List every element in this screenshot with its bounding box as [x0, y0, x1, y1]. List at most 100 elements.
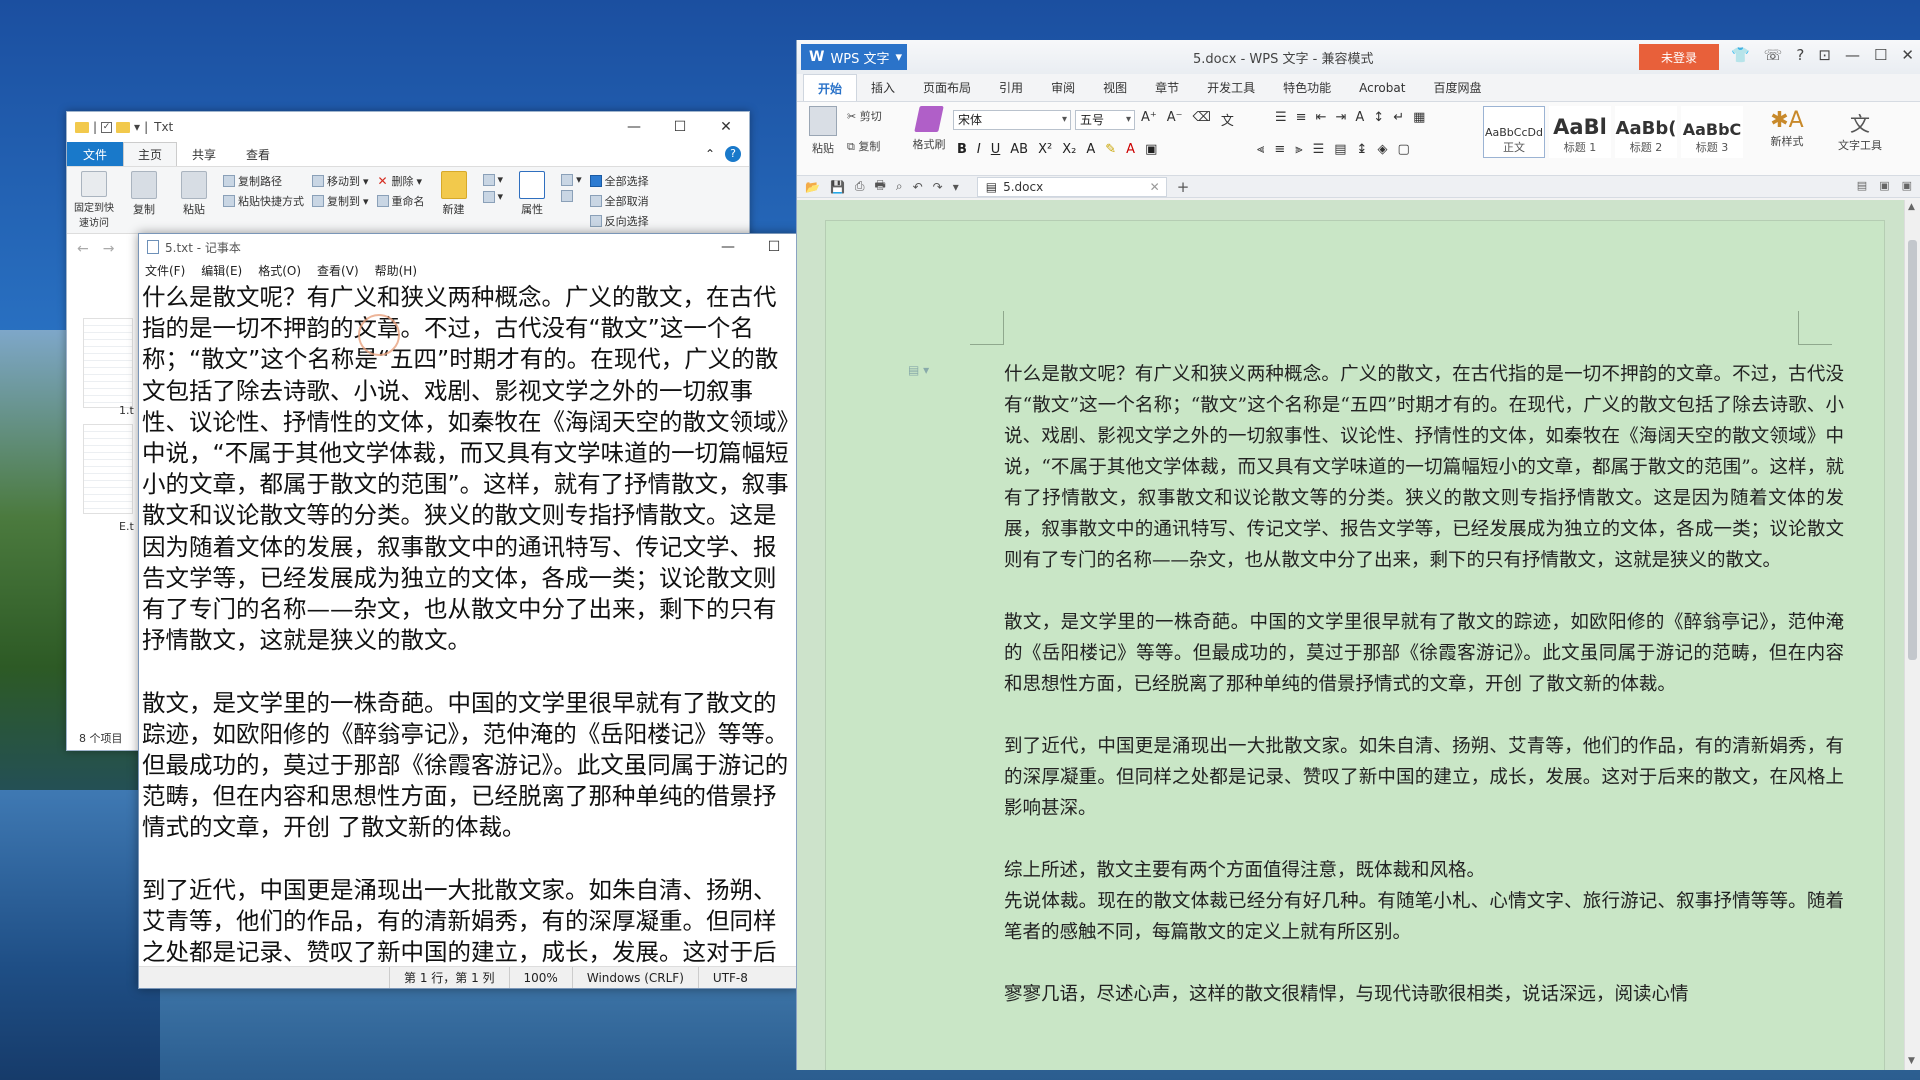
cut-button[interactable]: ✂ 剪切: [847, 108, 882, 124]
select-none-button[interactable]: 全部取消: [589, 193, 649, 209]
maximize-button[interactable]: ☐: [751, 239, 797, 255]
close-button[interactable]: ✕: [1901, 46, 1914, 64]
subscript-icon[interactable]: X₂: [1062, 142, 1076, 157]
grow-font-icon[interactable]: A⁺: [1141, 110, 1157, 129]
style-heading-3[interactable]: AaBbC 标题 3: [1681, 106, 1743, 158]
paragraph[interactable]: 散文，是文学里的一株奇葩。中国的文学里很早就有了散文的踪迹，如欧阳修的《醉翁亭记…: [1004, 607, 1844, 700]
show-marks-icon[interactable]: ↵: [1393, 110, 1404, 125]
menu-edit[interactable]: 编辑(E): [201, 262, 242, 279]
tab-view[interactable]: 查看: [231, 142, 285, 166]
justify-icon[interactable]: ☰: [1313, 142, 1325, 157]
copy-to-button[interactable]: 复制到 ▾: [312, 193, 369, 209]
open-folder-icon[interactable]: 📂: [805, 180, 820, 194]
file-thumbnail[interactable]: [83, 424, 133, 514]
back-arrow-icon[interactable]: ←: [77, 241, 89, 257]
file-label[interactable]: 1.t: [119, 404, 134, 417]
move-to-button[interactable]: 移动到 ▾: [312, 173, 369, 189]
close-doc-icon[interactable]: ▣: [1902, 179, 1912, 192]
skin-icon[interactable]: 👕: [1731, 46, 1750, 64]
paste-shortcut-button[interactable]: 粘贴快捷方式: [223, 193, 304, 209]
font-color-icon[interactable]: A: [1126, 142, 1135, 157]
tab-view[interactable]: 视图: [1089, 74, 1141, 101]
align-left-icon[interactable]: ⫷: [1257, 142, 1264, 157]
easy-access-button[interactable]: ▾: [482, 190, 503, 203]
highlight-icon[interactable]: ✎: [1105, 142, 1116, 157]
rename-button[interactable]: 重命名: [376, 193, 425, 209]
shrink-font-icon[interactable]: A⁻: [1167, 110, 1183, 129]
new-item-button[interactable]: ▾: [482, 173, 503, 186]
document-body[interactable]: 什么是散文呢？有广义和狭义两种概念。广义的散文，在古代指的是一切不押韵的文章。不…: [1004, 359, 1844, 1041]
tab-file[interactable]: 文件: [67, 142, 123, 166]
tab-page-layout[interactable]: 页面布局: [909, 74, 985, 101]
properties-check-icon[interactable]: ✓: [101, 121, 113, 133]
numbering-icon[interactable]: ≡: [1296, 110, 1307, 125]
menu-view[interactable]: 查看(V): [317, 262, 359, 279]
line-spacing-icon[interactable]: ↨: [1357, 142, 1368, 157]
tab-review[interactable]: 审阅: [1037, 74, 1089, 101]
forward-arrow-icon[interactable]: →: [103, 241, 115, 257]
tab-insert[interactable]: 插入: [857, 74, 909, 101]
close-button[interactable]: ✕: [703, 119, 749, 135]
menu-format[interactable]: 格式(O): [258, 262, 301, 279]
pin-quick-access-button[interactable]: 固定到快速访问: [73, 171, 115, 229]
login-button[interactable]: 未登录: [1639, 44, 1719, 70]
paragraph-options-icon[interactable]: ▤ ▾: [908, 363, 929, 377]
paragraph[interactable]: 到了近代，中国更是涌现出一大批散文家。如朱自清、扬朔、艾青等，他们的作品，有的清…: [1004, 731, 1844, 824]
document-tab[interactable]: ▤ 5.docx ✕: [976, 176, 1167, 197]
menu-help[interactable]: 帮助(H): [375, 262, 417, 279]
minimize-button[interactable]: —: [611, 119, 657, 135]
maximize-button[interactable]: ☐: [1874, 46, 1887, 64]
new-folder-icon[interactable]: [116, 121, 131, 133]
font-size-select[interactable]: 五号: [1075, 110, 1135, 130]
new-tab-icon[interactable]: +: [1177, 178, 1190, 196]
sort-icon[interactable]: ↕: [1373, 110, 1384, 125]
underline-icon[interactable]: U: [991, 142, 1001, 157]
customize-dropdown-icon[interactable]: ▾: [953, 180, 959, 194]
file-label[interactable]: E.t: [119, 520, 134, 533]
properties-button[interactable]: 属性: [511, 171, 553, 229]
save-icon[interactable]: 💾: [830, 180, 845, 194]
style-normal[interactable]: AaBbCcDd 正文: [1483, 106, 1545, 158]
scroll-up-icon[interactable]: ▲: [1908, 202, 1915, 212]
file-thumbnail[interactable]: [83, 318, 133, 408]
ribbon-collapse-icon[interactable]: ⌃: [705, 147, 715, 161]
undo-icon[interactable]: ↶: [913, 180, 923, 194]
tab-list-icon[interactable]: ▤: [1857, 179, 1867, 192]
text-effect-icon[interactable]: A: [1086, 142, 1095, 157]
menu-file[interactable]: 文件(F): [145, 262, 185, 279]
style-heading-2[interactable]: AaBb( 标题 2: [1615, 106, 1677, 158]
increase-indent-icon[interactable]: ⇥: [1335, 110, 1346, 125]
paste-button[interactable]: 粘贴: [173, 171, 215, 229]
bullets-icon[interactable]: ☰: [1275, 110, 1287, 125]
font-name-select[interactable]: 宋体: [953, 110, 1071, 130]
tab-baidu-netdisk[interactable]: 百度网盘: [1419, 74, 1495, 101]
paste-button[interactable]: 粘贴: [803, 106, 843, 156]
vertical-scrollbar[interactable]: ▲ ▼: [1904, 200, 1920, 1070]
clear-format-icon[interactable]: ⌫: [1193, 110, 1211, 129]
minimize-button[interactable]: —: [705, 239, 751, 255]
tab-home[interactable]: 主页: [123, 142, 177, 166]
paragraph[interactable]: 先说体裁。现在的散文体裁已经分有好几种。有随笔小札、心情文字、旅行游记、叙事抒情…: [1004, 886, 1844, 948]
help-icon[interactable]: ?: [1796, 46, 1804, 64]
tab-section[interactable]: 章节: [1141, 74, 1193, 101]
tab-developer[interactable]: 开发工具: [1193, 74, 1269, 101]
bold-icon[interactable]: B: [957, 142, 967, 157]
invert-selection-button[interactable]: 反向选择: [589, 213, 649, 229]
delete-button[interactable]: ✕ 删除 ▾: [377, 173, 425, 189]
close-tab-icon[interactable]: ✕: [1150, 180, 1160, 194]
print-preview-icon[interactable]: ⌕: [896, 179, 903, 194]
tab-features[interactable]: 特色功能: [1269, 74, 1345, 101]
tab-share[interactable]: 共享: [177, 142, 231, 166]
char-shading-icon[interactable]: ▣: [1145, 142, 1157, 157]
select-all-button[interactable]: 全部选择: [589, 173, 649, 189]
restore-window-icon[interactable]: ⊡: [1818, 46, 1831, 64]
export-pdf-icon[interactable]: ⎙: [855, 179, 865, 194]
decrease-indent-icon[interactable]: ⇤: [1316, 110, 1327, 125]
shading-icon[interactable]: ◈: [1377, 142, 1387, 157]
format-painter-button[interactable]: 格式刷: [907, 106, 951, 152]
align-center-icon[interactable]: ≡: [1274, 142, 1285, 157]
paragraph[interactable]: 什么是散文呢？有广义和狭义两种概念。广义的散文，在古代指的是一切不押韵的文章。不…: [1004, 359, 1844, 576]
distribute-icon[interactable]: ▤: [1334, 142, 1346, 157]
wps-app-menu-button[interactable]: W WPS 文字 ▾: [801, 44, 907, 70]
tab-acrobat[interactable]: Acrobat: [1345, 74, 1419, 101]
